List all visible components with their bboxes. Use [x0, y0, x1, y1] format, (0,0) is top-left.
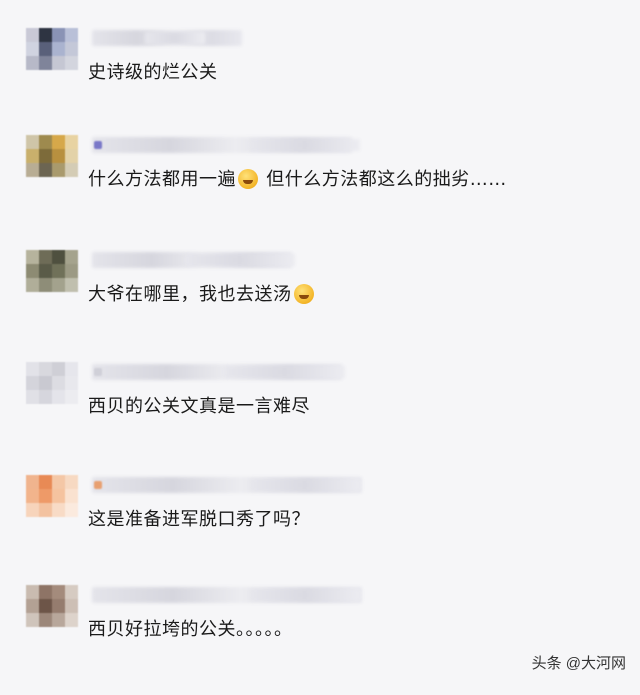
badge-icon: [94, 481, 102, 489]
comment-meta-blurred: [145, 32, 205, 44]
comment-text-body: 大爷在哪里，我也去送汤: [88, 284, 292, 305]
comment-text-continuation: 但什么方法都这么的拙劣……: [260, 169, 507, 190]
comment-text: 西贝的公关文真是一言难尽: [88, 392, 310, 418]
comment-meta-blurred: [185, 254, 295, 266]
comment-item: 大爷在哪里，我也去送汤: [0, 250, 640, 360]
comment-text: 什么方法都用一遍 但什么方法都这么的拙劣……: [88, 165, 507, 191]
avatar[interactable]: [26, 135, 78, 177]
avatar[interactable]: [26, 28, 78, 70]
comment-item: 西贝的公关文真是一言难尽: [0, 362, 640, 472]
comment-text-body: 什么方法都用一遍: [88, 169, 236, 190]
comment-item: 史诗级的烂公关: [0, 28, 640, 138]
avatar[interactable]: [26, 585, 78, 627]
comment-item: 这是准备进军脱口秀了吗？: [0, 475, 640, 585]
comment-item: 西贝好拉垮的公关。。。。。: [0, 585, 640, 695]
badge-icon: [94, 141, 102, 149]
comment-text: 大爷在哪里，我也去送汤: [88, 280, 316, 306]
badge-icon: [94, 368, 102, 376]
avatar[interactable]: [26, 250, 78, 292]
avatar[interactable]: [26, 475, 78, 517]
comment-text-body: 这是准备进军脱口秀了吗？: [88, 509, 310, 530]
comment-meta-blurred: [250, 139, 360, 151]
avatar[interactable]: [26, 362, 78, 404]
comment-text: 西贝好拉垮的公关。。。。。: [88, 615, 293, 641]
comment-text: 史诗级的烂公关: [88, 58, 218, 84]
comment-meta-blurred: [250, 589, 360, 601]
comment-text-body: 西贝的公关文真是一言难尽: [88, 396, 310, 417]
comment-meta-blurred: [225, 366, 345, 378]
comment-item: 什么方法都用一遍 但什么方法都这么的拙劣……: [0, 135, 640, 245]
laughing-face-icon: [293, 284, 314, 304]
crying-laughing-face-icon: [238, 169, 258, 189]
comment-text: 这是准备进军脱口秀了吗？: [88, 505, 310, 531]
comment-meta-blurred: [250, 479, 360, 491]
comment-text-body: 西贝好拉垮的公关。。。。。: [88, 619, 293, 640]
comment-text-body: 史诗级的烂公关: [88, 62, 218, 83]
watermark: 头条 @大河网: [531, 655, 626, 672]
